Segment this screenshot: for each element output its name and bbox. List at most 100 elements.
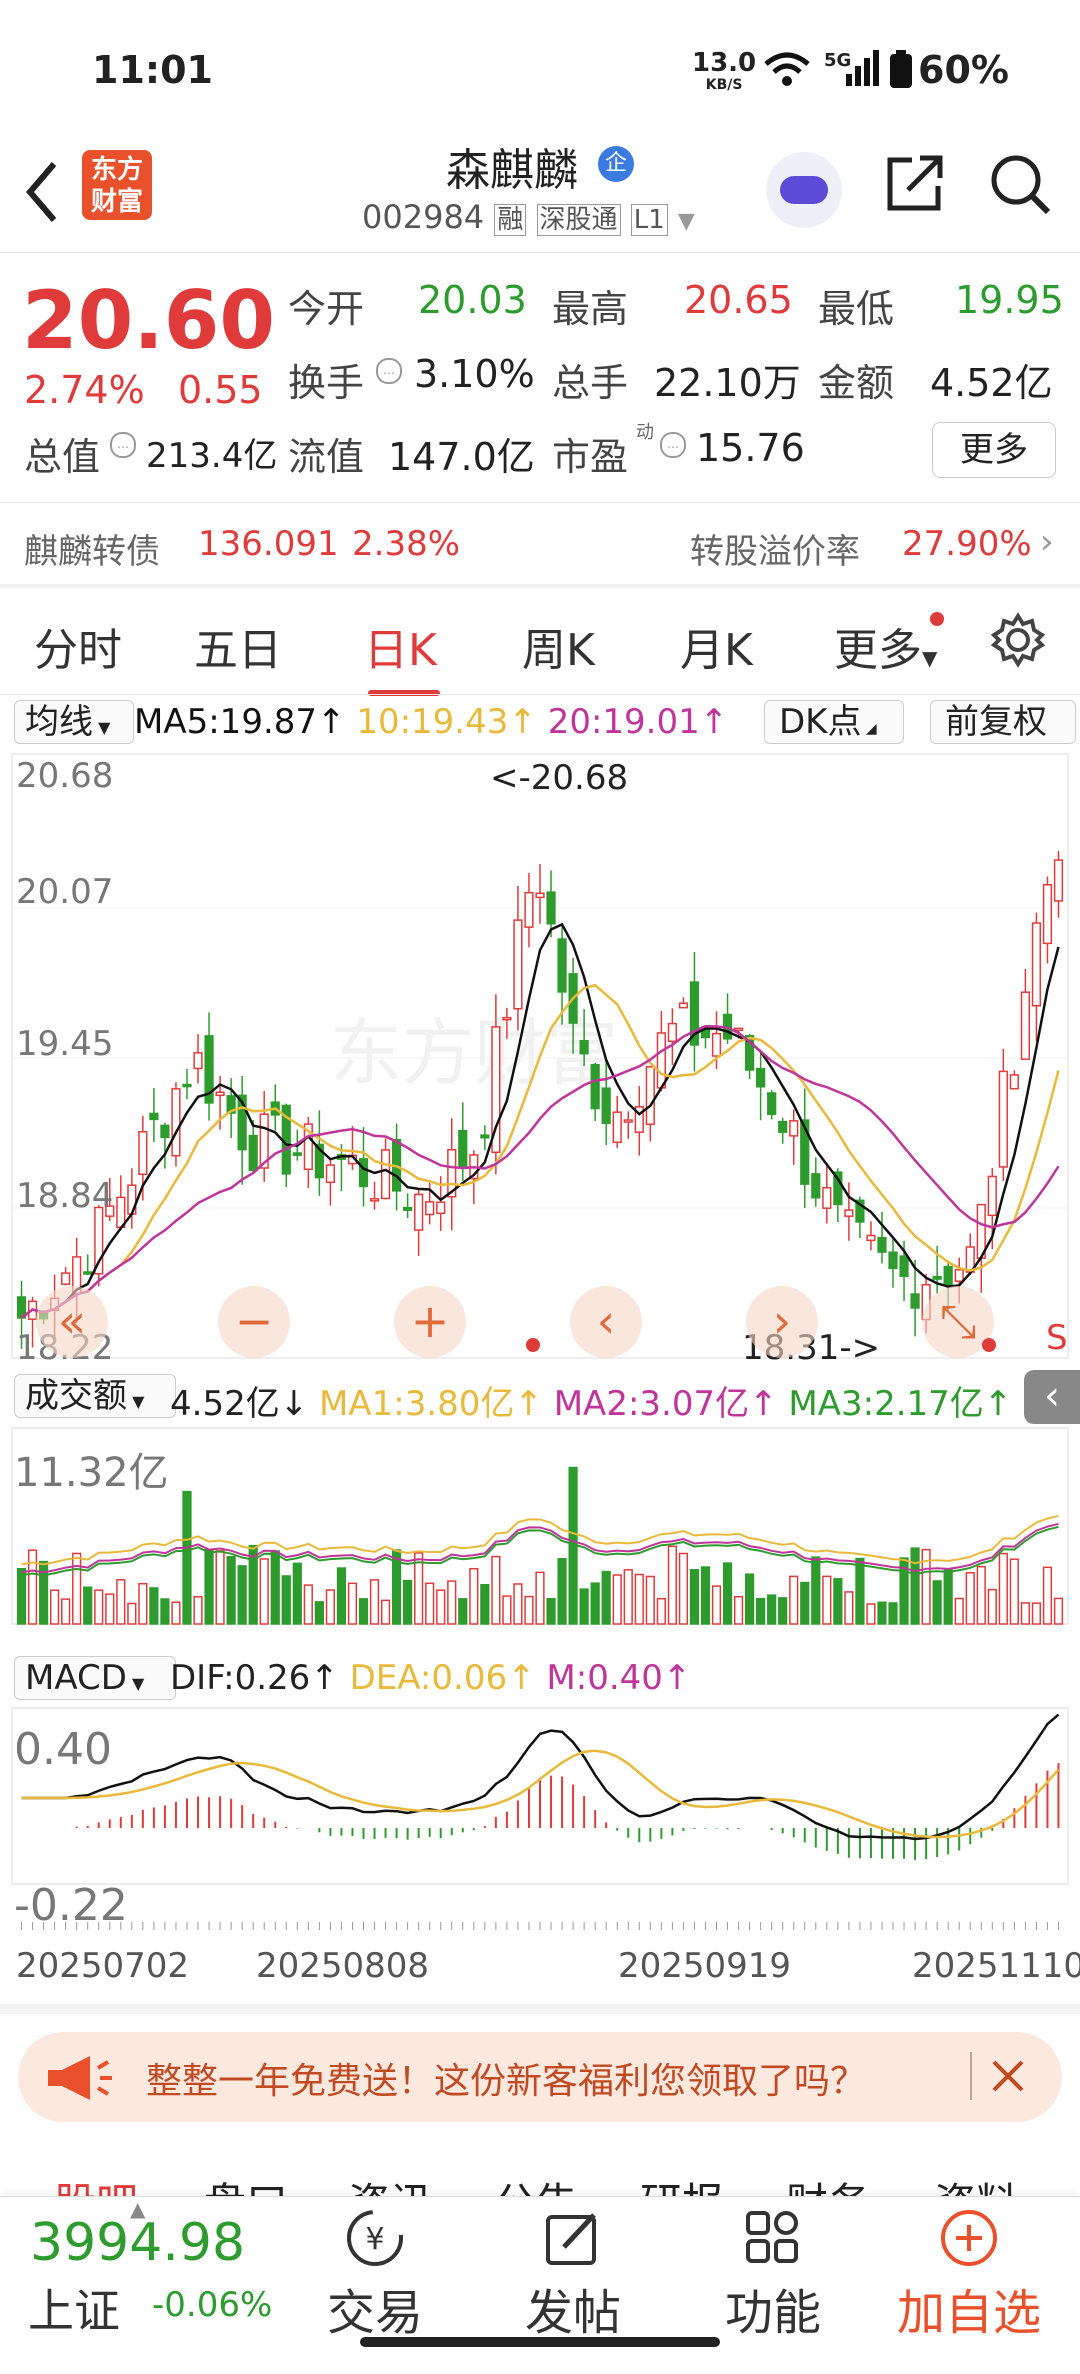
volume-value: 22.10万 [654, 361, 801, 405]
tab-five-day[interactable]: 五日 [194, 614, 282, 678]
step-forward-button[interactable]: › [746, 1286, 818, 1358]
section-tab[interactable]: 研报 [640, 2170, 724, 2196]
info-icon[interactable]: … [376, 358, 402, 384]
chevron-down-icon[interactable]: ▼ [678, 209, 695, 234]
zoom-in-button[interactable]: + [394, 1286, 466, 1358]
candle-body [579, 1039, 589, 1055]
index-value: 3994.98 [30, 2213, 246, 2273]
volume-bar [259, 1558, 269, 1625]
add-watchlist-button[interactable]: 加自选 [894, 2207, 1044, 2343]
adjust-select[interactable]: 前复权 [930, 700, 1076, 744]
app-logo[interactable]: 东方 财富 [82, 150, 152, 220]
market-cap-label: 总值 [24, 435, 101, 479]
info-icon[interactable]: … [110, 432, 136, 458]
collapse-panel-button[interactable]: ‹ [1024, 1370, 1080, 1424]
caret-down-icon: ▼ [127, 1392, 145, 1411]
volume-bar [943, 1568, 953, 1625]
candle-body [535, 892, 545, 899]
volume-bar [116, 1579, 126, 1625]
volume-bar [910, 1547, 920, 1625]
step-back-button[interactable]: ‹ [570, 1286, 642, 1358]
high-marker: <-20.68 [490, 758, 629, 798]
plus-circle-icon [941, 2210, 997, 2266]
assistant-avatar[interactable] [766, 152, 842, 228]
volume-bar [866, 1603, 876, 1625]
indicator-select[interactable]: 均线 ▼ [14, 700, 134, 744]
svg-text:¥: ¥ [365, 2222, 384, 2257]
candle-body [623, 1119, 633, 1123]
macd-select[interactable]: MACD ▼ [14, 1656, 176, 1700]
more-button[interactable]: 更多 [932, 422, 1056, 478]
volume-bar [336, 1567, 347, 1625]
trade-button[interactable]: ¥ 交易 [320, 2207, 430, 2343]
candle-body [425, 1201, 435, 1216]
volume-bar [16, 1568, 27, 1625]
zoom-out-button[interactable]: − [218, 1286, 290, 1358]
scroll-left-double-icon[interactable]: « [36, 1286, 108, 1358]
candle-body [182, 1083, 192, 1088]
volume-bar [976, 1565, 986, 1625]
section-tab[interactable]: 资料 [934, 2170, 1018, 2196]
volume-bar [127, 1602, 137, 1625]
convertible-bond-row[interactable]: 麒麟转债 136.091 2.38% 转股溢价率 27.90% › [0, 508, 1080, 584]
function-button[interactable]: 功能 [718, 2207, 828, 2343]
candle-body [601, 1087, 611, 1124]
dif-value: DIF:0.26 [170, 1658, 311, 1698]
tab-weekly-k[interactable]: 周K [522, 614, 595, 678]
info-icon[interactable]: … [660, 432, 686, 458]
candle-body [325, 1164, 336, 1184]
search-icon[interactable] [988, 152, 1052, 216]
candle-body [369, 1198, 380, 1202]
volume-bar [1042, 1566, 1053, 1625]
ma10-value: 10:19.43 [356, 702, 509, 742]
dea-label: DEA:0.06↑ [349, 1658, 536, 1698]
dif-label: DIF:0.26↑ [170, 1658, 339, 1698]
index-ticker[interactable]: ▲ 3994.98 上证 -0.06% [0, 2197, 300, 2347]
volume-value: 4.52亿 [170, 1384, 280, 1424]
section-tab[interactable]: 公告 [494, 2170, 578, 2196]
tab-intraday[interactable]: 分时 [34, 614, 122, 678]
section-tab[interactable]: 盘口 [204, 2170, 288, 2196]
indicator-select-value: 均线 [25, 702, 93, 742]
section-tab[interactable]: 财务 [786, 2170, 870, 2196]
promo-banner[interactable]: 整整一年免费送！这份新客福利您领取了吗？ [18, 2032, 1062, 2122]
volume-bar [722, 1562, 733, 1625]
add-watchlist-label: 加自选 [896, 2285, 1041, 2341]
candle-body [656, 1032, 666, 1089]
volume-bar [733, 1595, 744, 1625]
dk-select[interactable]: DK点 ◢ [764, 700, 904, 744]
volume-bar [1020, 1602, 1031, 1625]
change-percent: 2.74% [24, 368, 145, 412]
connect-tag: 深股通 [536, 204, 621, 236]
net-speed-value: 13.0 [692, 48, 757, 78]
bond-name: 麒麟转债 [24, 532, 160, 572]
volume-bar [590, 1582, 600, 1625]
share-icon[interactable] [884, 152, 946, 214]
candle-body [811, 1173, 821, 1199]
volume-bar [369, 1579, 380, 1625]
vol-ma3-label: MA3:2.17亿↑ [788, 1384, 1013, 1424]
volume-bar [623, 1569, 633, 1625]
tab-daily-k[interactable]: 日K [364, 614, 437, 678]
volume-select[interactable]: 成交额 ▼ [14, 1374, 176, 1418]
candle-body [193, 1052, 203, 1070]
post-button[interactable]: 发帖 [518, 2207, 628, 2343]
tab-more[interactable]: 更多▼ [834, 614, 937, 678]
tab-monthly-k[interactable]: 月K [680, 614, 753, 678]
section-tab[interactable]: 股吧 [54, 2170, 138, 2196]
candle-body [822, 1186, 832, 1209]
price-axis-label: 18.84 [16, 1176, 114, 1216]
section-tab[interactable]: 资讯 [348, 2170, 432, 2196]
volume-bar [756, 1597, 766, 1625]
candle-body [877, 1236, 887, 1253]
sell-marker: S [1046, 1318, 1068, 1358]
back-arrow-icon[interactable] [22, 160, 62, 224]
macd-select-value: MACD [25, 1658, 127, 1698]
volume-bar [138, 1582, 148, 1625]
signal-bars-icon [846, 50, 879, 86]
settings-gear-icon[interactable] [990, 612, 1046, 668]
close-icon[interactable] [988, 2056, 1028, 2096]
candle-body [778, 1120, 788, 1133]
candle-body [943, 1265, 953, 1286]
volume-bar [215, 1550, 225, 1625]
